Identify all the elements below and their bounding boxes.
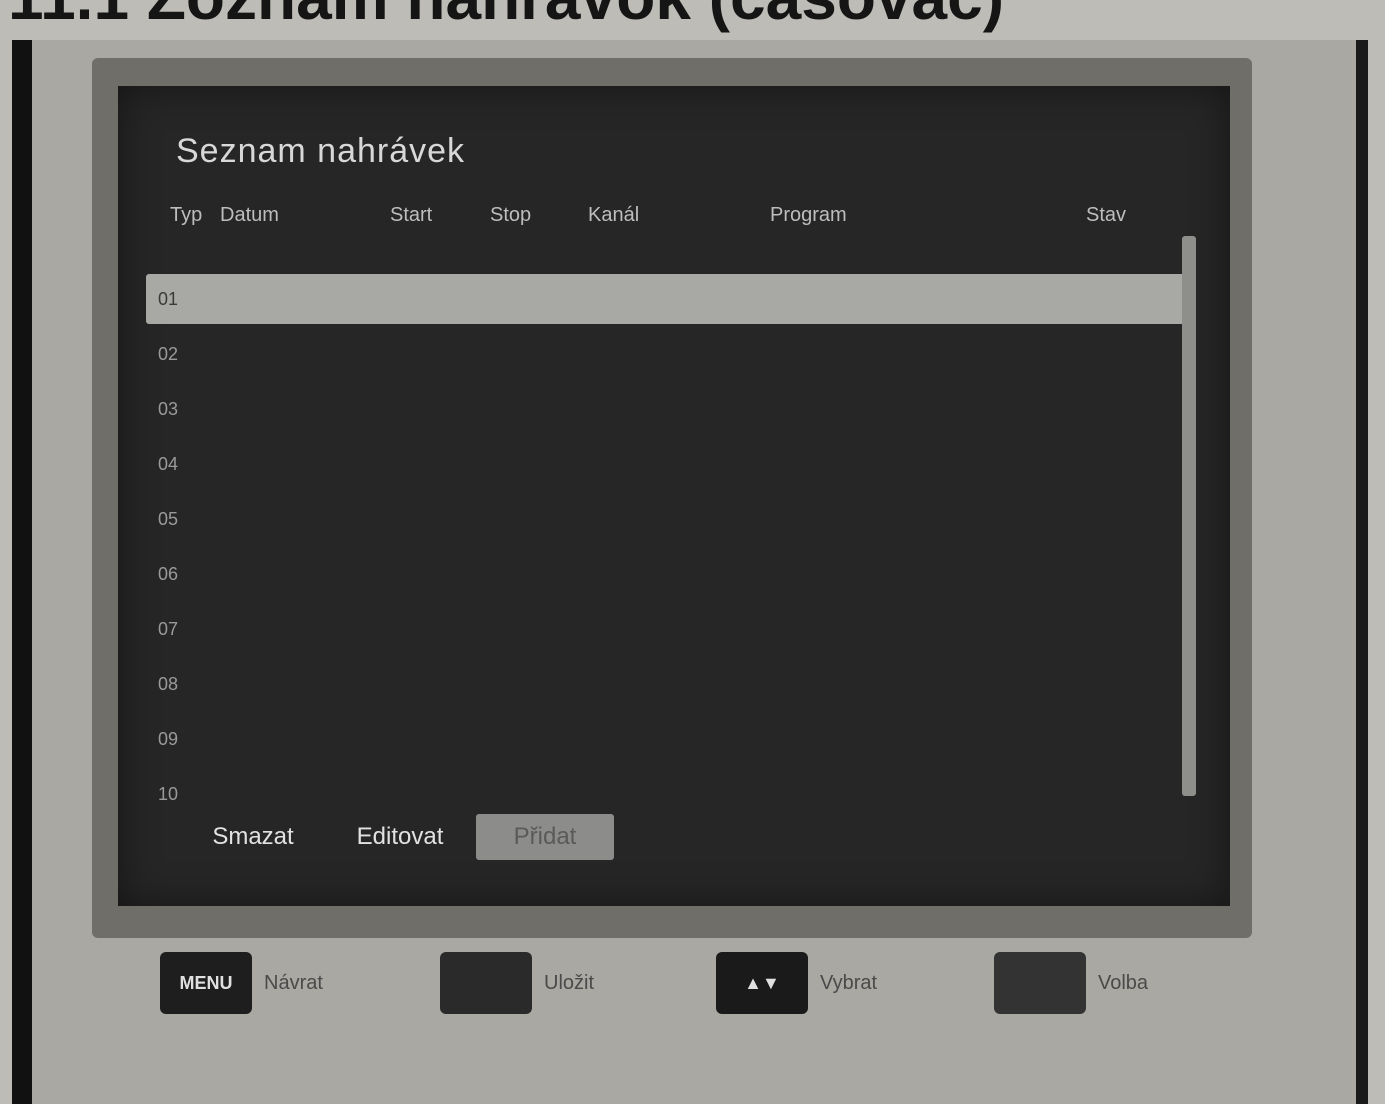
add-button[interactable]: Přidat: [476, 814, 614, 860]
row-number: 06: [158, 563, 179, 584]
row-number: 02: [158, 343, 179, 364]
arrow-keys-icon: ▲▼: [716, 952, 808, 1014]
delete-button[interactable]: Smazat: [198, 814, 308, 860]
legend-item-select: ▲▼ Vybrat: [716, 948, 877, 1018]
row-number: 09: [158, 728, 179, 749]
column-header-channel: Kanál: [588, 204, 640, 226]
row-number: 07: [158, 618, 179, 639]
list-item[interactable]: 02: [146, 329, 1186, 379]
color-key-icon: [994, 952, 1086, 1014]
list-item[interactable]: 03: [146, 384, 1186, 434]
list-scrollbar[interactable]: [1182, 236, 1196, 796]
list-item[interactable]: 01: [146, 274, 1186, 324]
column-header-date: Datum: [220, 204, 279, 226]
column-header-type: Typ: [170, 204, 203, 226]
list-item[interactable]: 09: [146, 714, 1186, 764]
list-item[interactable]: 07: [146, 604, 1186, 654]
row-number: 08: [158, 673, 179, 694]
screen-title: Seznam nahrávek: [176, 132, 466, 170]
legend-label: Uložit: [544, 971, 595, 994]
legend-item-option: Volba: [994, 948, 1148, 1018]
list-item[interactable]: 05: [146, 494, 1186, 544]
row-number: 10: [158, 783, 179, 804]
legend-label: Volba: [1098, 971, 1149, 994]
menu-key-icon: MENU: [160, 952, 252, 1014]
list-item[interactable]: 08: [146, 659, 1186, 709]
row-number: 01: [158, 288, 179, 309]
legend-label: Návrat: [264, 971, 323, 994]
row-number: 03: [158, 398, 179, 419]
recording-list-screen: Seznam nahrávek Typ Datum Start Stop Kan…: [118, 86, 1230, 906]
list-item[interactable]: 10: [146, 769, 1186, 819]
column-header-status: Stav: [1086, 204, 1127, 226]
legend-item-back: MENU Návrat: [160, 948, 323, 1018]
recording-list: 01 02 03 04 05 06 07 08 09 10: [146, 246, 1186, 806]
column-header-start: Start: [390, 204, 433, 226]
document-title: 11.1 Zoznam nahrávok (časovač): [8, 0, 1004, 34]
column-header-program: Program: [770, 204, 847, 226]
color-key-icon: [440, 952, 532, 1014]
list-item[interactable]: 04: [146, 439, 1186, 489]
list-item[interactable]: 06: [146, 549, 1186, 599]
legend-label: Vybrat: [820, 971, 878, 994]
edit-button[interactable]: Editovat: [340, 814, 460, 860]
row-number: 04: [158, 453, 179, 474]
row-number: 05: [158, 508, 179, 529]
column-header-stop: Stop: [490, 204, 532, 226]
legend-item-save: Uložit: [440, 948, 594, 1018]
